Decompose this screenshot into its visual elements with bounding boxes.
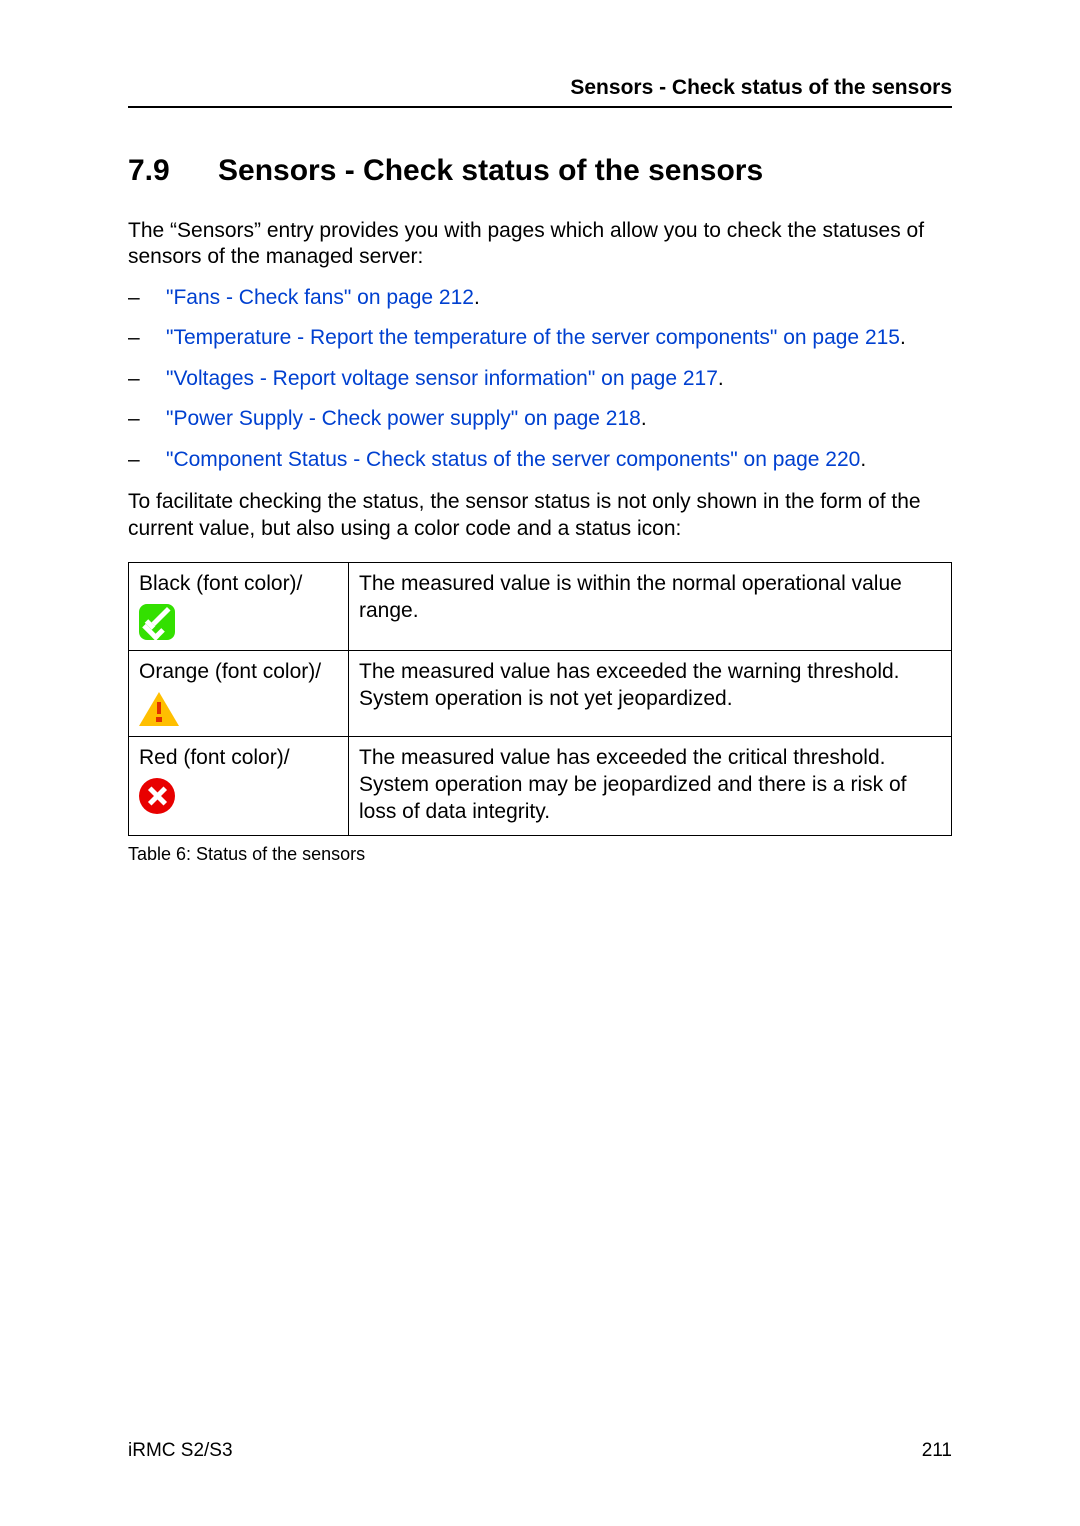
paragraph: To facilitate checking the status, the s… bbox=[128, 489, 952, 542]
xref-link[interactable]: "Voltages - Report voltage sensor inform… bbox=[166, 367, 718, 390]
text: . bbox=[900, 326, 906, 349]
xref-link[interactable]: "Temperature - Report the temperature of… bbox=[166, 326, 900, 349]
text: . bbox=[641, 407, 647, 430]
list-item: "Temperature - Report the temperature of… bbox=[128, 325, 952, 351]
page-footer: iRMC S2/S3 211 bbox=[128, 1440, 952, 1462]
running-header: Sensors - Check status of the sensors bbox=[128, 76, 952, 108]
list-item: "Component Status - Check status of the … bbox=[128, 447, 952, 473]
footer-left: iRMC S2/S3 bbox=[128, 1440, 233, 1462]
link-list: "Fans - Check fans" on page 212. "Temper… bbox=[128, 285, 952, 473]
list-item: "Fans - Check fans" on page 212. bbox=[128, 285, 952, 311]
status-label: Red (font color)/ bbox=[139, 745, 338, 772]
xref-link[interactable]: "Fans - Check fans" on page 212 bbox=[166, 286, 474, 309]
table-cell: Red (font color)/ bbox=[129, 736, 349, 836]
list-item: "Voltages - Report voltage sensor inform… bbox=[128, 366, 952, 392]
section-title: Sensors - Check status of the sensors bbox=[218, 154, 763, 188]
xref-link[interactable]: "Power Supply - Check power supply" on p… bbox=[166, 407, 641, 430]
table-row: Orange (font color)/ The measured value … bbox=[129, 650, 952, 736]
table-row: Red (font color)/ The measured value has… bbox=[129, 736, 952, 836]
table-cell: Black (font color)/ bbox=[129, 563, 349, 651]
intro-paragraph: The “Sensors” entry provides you with pa… bbox=[128, 218, 952, 271]
table-cell: Orange (font color)/ bbox=[129, 650, 349, 736]
table-caption: Table 6: Status of the sensors bbox=[128, 844, 952, 865]
section-number: 7.9 bbox=[128, 154, 218, 188]
ok-icon bbox=[139, 604, 338, 640]
table-cell: The measured value is within the normal … bbox=[349, 563, 952, 651]
table-row: Black (font color)/ The measured value i… bbox=[129, 563, 952, 651]
text: . bbox=[860, 448, 866, 471]
footer-page-number: 211 bbox=[922, 1440, 952, 1462]
xref-link[interactable]: "Component Status - Check status of the … bbox=[166, 448, 860, 471]
list-item: "Power Supply - Check power supply" on p… bbox=[128, 406, 952, 432]
status-label: Orange (font color)/ bbox=[139, 659, 338, 686]
text: . bbox=[718, 367, 724, 390]
status-table: Black (font color)/ The measured value i… bbox=[128, 562, 952, 836]
table-cell: The measured value has exceeded the warn… bbox=[349, 650, 952, 736]
status-label: Black (font color)/ bbox=[139, 571, 338, 598]
warning-icon bbox=[139, 692, 338, 726]
critical-icon bbox=[139, 778, 338, 814]
table-cell: The measured value has exceeded the crit… bbox=[349, 736, 952, 836]
section-heading: 7.9 Sensors - Check status of the sensor… bbox=[128, 154, 952, 188]
text: . bbox=[474, 286, 480, 309]
